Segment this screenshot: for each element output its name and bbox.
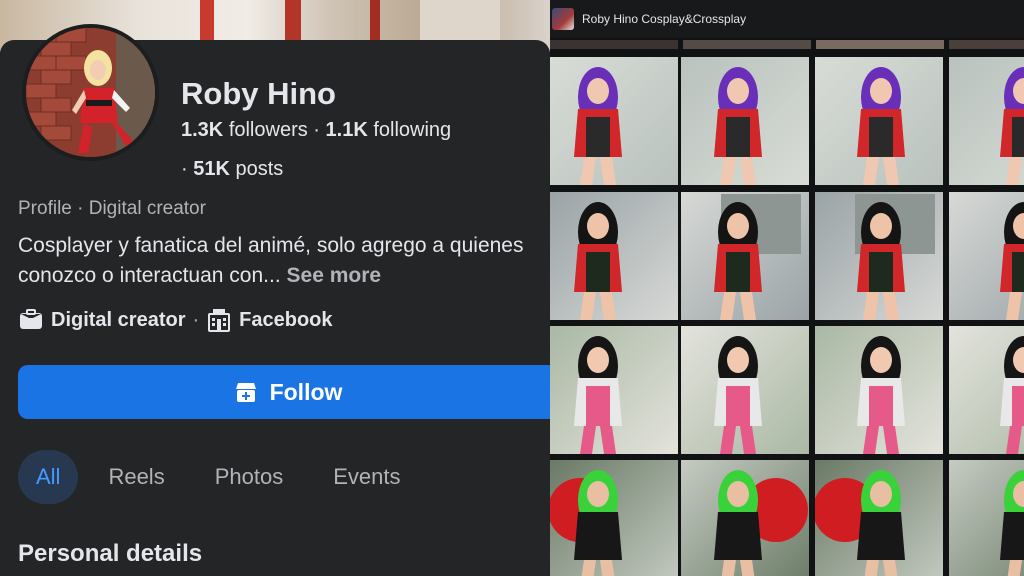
see-more-link[interactable]: See more xyxy=(287,264,382,287)
photo-row-partial xyxy=(550,40,1024,49)
profile-bio: Cosplayer y fanatica del animé, solo agr… xyxy=(18,231,543,291)
followers-label[interactable]: followers xyxy=(229,119,308,141)
tab-reels[interactable]: Reels xyxy=(88,450,184,504)
chip-separator: · xyxy=(192,308,200,331)
album-panel: Roby Hino Cosplay&Crossplay xyxy=(550,0,1024,576)
profile-category: Profile · Digital creator xyxy=(18,198,206,219)
album-photo[interactable] xyxy=(681,192,809,320)
facebook-page-icon xyxy=(206,307,232,333)
stats-separator: · xyxy=(313,119,326,141)
album-photo[interactable] xyxy=(815,326,943,454)
profile-chips: Digital creator · Facebook xyxy=(18,307,333,333)
album-photo[interactable] xyxy=(815,192,943,320)
tab-events[interactable]: Events xyxy=(313,450,420,504)
album-photo[interactable] xyxy=(949,326,1024,454)
profile-name: Roby Hino xyxy=(181,76,336,111)
stats-separator: · xyxy=(181,158,194,180)
album-photo[interactable] xyxy=(949,57,1024,185)
album-photo[interactable] xyxy=(550,192,678,320)
section-title-personal-details: Personal details xyxy=(18,540,203,567)
album-thumbnail[interactable] xyxy=(552,8,574,30)
follow-button[interactable]: Follow xyxy=(18,365,550,419)
follow-button-label: Follow xyxy=(269,378,343,405)
album-photo[interactable] xyxy=(949,192,1024,320)
album-photo[interactable] xyxy=(681,57,809,185)
album-title[interactable]: Roby Hino Cosplay&Crossplay xyxy=(582,12,746,26)
posts-count: 51K xyxy=(193,158,230,180)
following-count[interactable]: 1.1K xyxy=(326,119,368,141)
album-photo[interactable] xyxy=(681,460,809,576)
album-photo[interactable] xyxy=(949,460,1024,576)
album-photo[interactable] xyxy=(550,460,678,576)
followers-count[interactable]: 1.3K xyxy=(181,119,223,141)
tab-photos[interactable]: Photos xyxy=(195,450,304,504)
tab-all[interactable]: All xyxy=(18,450,79,504)
posts-stats: · 51K posts xyxy=(181,158,283,181)
chip-digital-creator: Digital creator xyxy=(51,308,186,331)
profile-panel: Roby Hino 1.3K followers · 1.1K followin… xyxy=(0,0,550,576)
album-photo[interactable] xyxy=(815,460,943,576)
following-label[interactable]: following xyxy=(373,119,451,141)
album-photo[interactable] xyxy=(550,57,678,185)
bio-text: Cosplayer y fanatica del animé, solo agr… xyxy=(18,234,524,287)
avatar[interactable] xyxy=(22,24,159,161)
add-friend-icon xyxy=(234,380,258,404)
album-header: Roby Hino Cosplay&Crossplay xyxy=(550,0,1024,38)
briefcase-icon xyxy=(18,307,44,333)
album-photo[interactable] xyxy=(681,326,809,454)
album-photo[interactable] xyxy=(550,326,678,454)
follow-stats: 1.3K followers · 1.1K following xyxy=(181,119,451,142)
profile-tabs: All Reels Photos Events xyxy=(18,450,430,504)
posts-label: posts xyxy=(235,158,284,180)
album-photo[interactable] xyxy=(815,57,943,185)
chip-facebook[interactable]: Facebook xyxy=(239,309,332,332)
